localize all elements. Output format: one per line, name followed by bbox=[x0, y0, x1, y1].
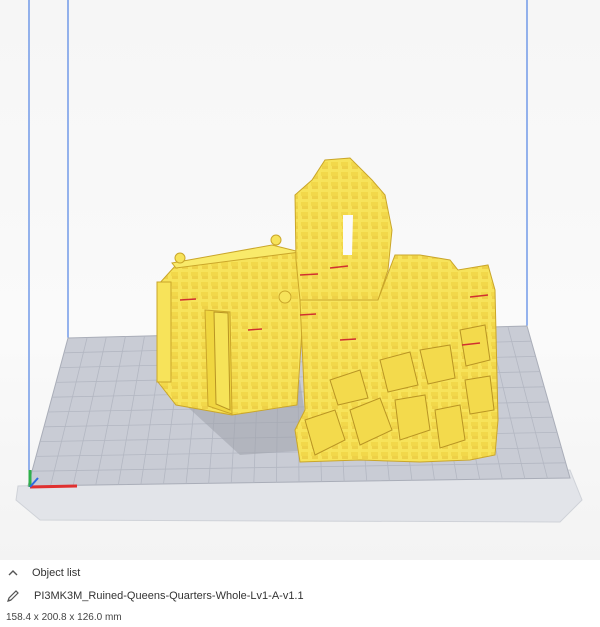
model-pillar-cap-left bbox=[174, 252, 186, 264]
chevron-up-icon bbox=[6, 566, 20, 580]
axis-x bbox=[29, 484, 78, 489]
scene bbox=[15, 0, 583, 523]
model-pillar-cap-center bbox=[278, 290, 292, 304]
3d-viewport[interactable] bbox=[0, 0, 600, 560]
object-list-title: Object list bbox=[32, 567, 81, 579]
object-filename[interactable]: PI3MK3M_Ruined-Queens-Quarters-Whole-Lv1… bbox=[34, 590, 304, 602]
object-list-toggle[interactable]: Object list bbox=[6, 566, 80, 580]
model-tower-window bbox=[343, 215, 353, 255]
model-door-panel bbox=[213, 311, 231, 411]
object-list-panel: Object list PI3MK3M_Ruined-Queens-Quarte… bbox=[0, 560, 600, 627]
model-pillar-cap-mid bbox=[270, 234, 282, 246]
object-dimensions: 158.4 x 200.8 x 126.0 mm bbox=[6, 612, 122, 623]
pencil-icon[interactable] bbox=[6, 589, 20, 603]
model-pillar-left bbox=[156, 281, 172, 383]
